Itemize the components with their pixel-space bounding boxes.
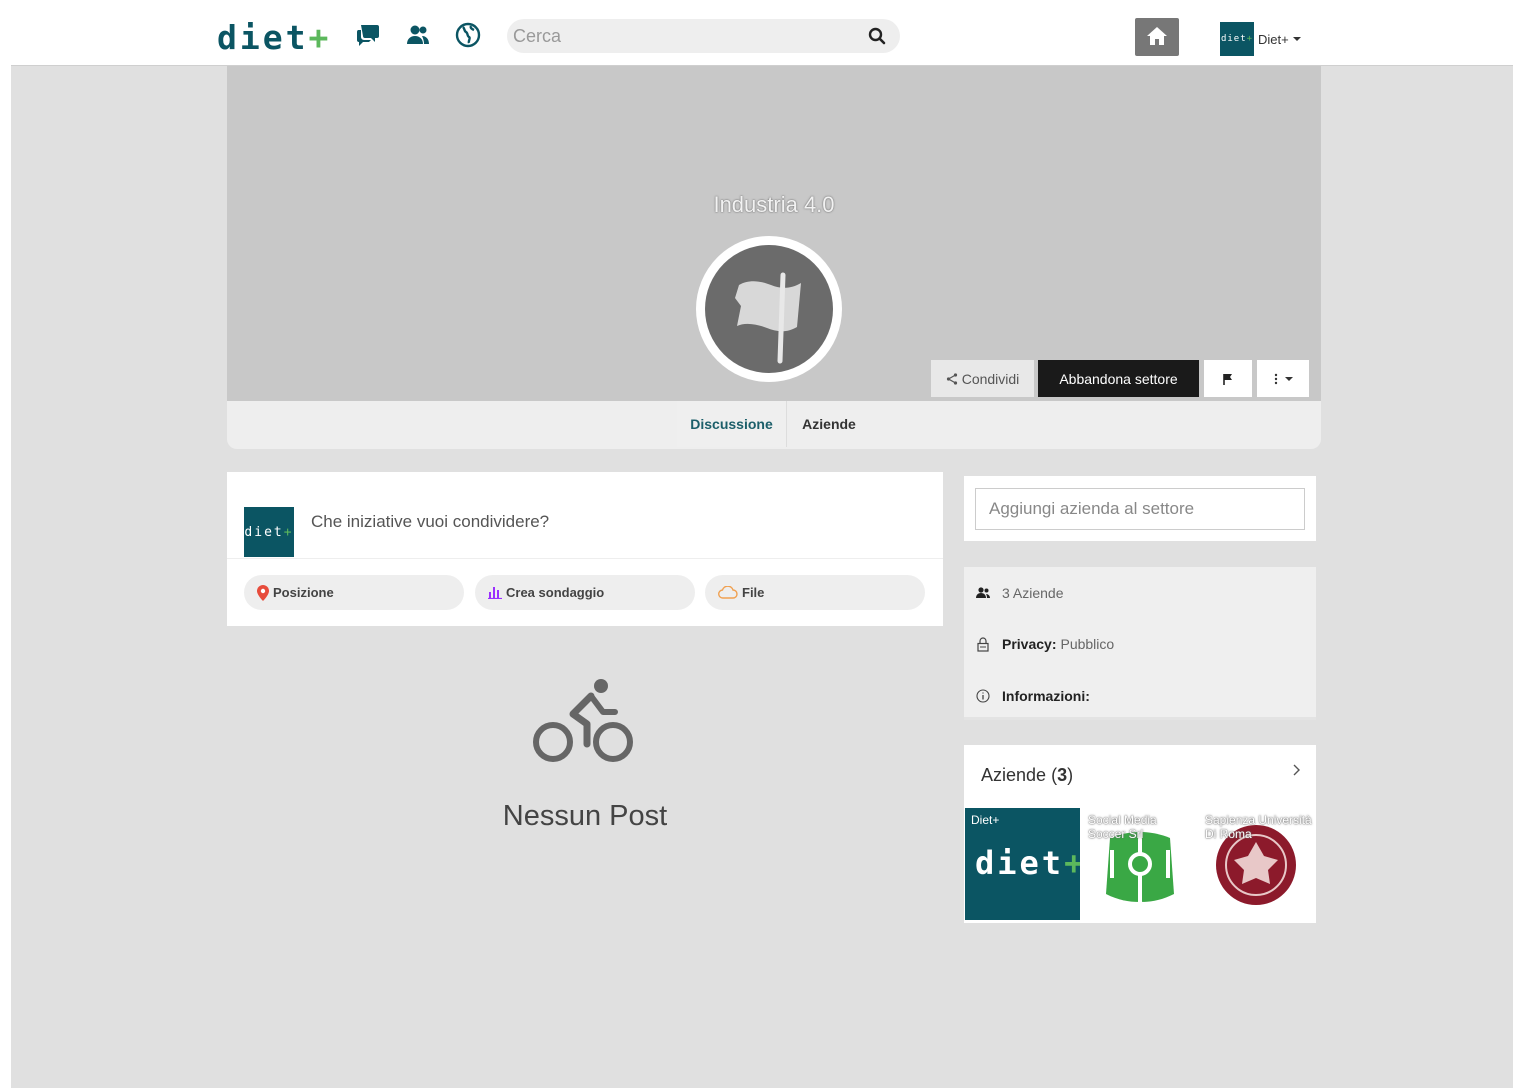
create-poll-button[interactable]: Crea sondaggio xyxy=(475,575,695,610)
company-logo: diet+ xyxy=(975,844,1080,882)
create-poll-label: Crea sondaggio xyxy=(506,585,605,600)
more-options-button[interactable] xyxy=(1257,360,1309,397)
cloud-icon xyxy=(718,586,738,599)
company-tile-sapienza[interactable]: Sapienza Università Di Roma xyxy=(1199,808,1314,920)
privacy-label: Privacy: xyxy=(1002,636,1057,652)
companies-heading[interactable]: Aziende (3) xyxy=(981,765,1073,786)
info-label: Informazioni: xyxy=(1002,688,1090,704)
chat-icon[interactable] xyxy=(355,22,381,48)
company-logo-text: diet xyxy=(975,844,1065,882)
tab-companies[interactable]: Aziende xyxy=(788,401,870,447)
share-button[interactable]: Condividi xyxy=(931,360,1034,397)
companies-title: Aziende xyxy=(981,765,1047,785)
companies-count: 3 xyxy=(1057,765,1068,785)
post-composer: diet + Che iniziative vuoi condividere? P… xyxy=(227,472,943,626)
chevron-right-icon[interactable] xyxy=(1292,763,1300,781)
share-icon xyxy=(946,372,957,385)
search-bar xyxy=(507,19,900,53)
info-icon xyxy=(974,687,992,705)
more-vertical-icon xyxy=(1274,373,1277,384)
home-button[interactable] xyxy=(1135,18,1179,56)
bicycle-icon xyxy=(533,674,637,766)
info-row: Informazioni: xyxy=(974,685,1094,707)
companies-card: Aziende (3) Diet+ diet+ Social Media Soc… xyxy=(964,745,1316,923)
sector-avatar xyxy=(696,236,842,382)
user-menu[interactable]: diet + Diet+ xyxy=(1220,22,1301,56)
file-upload-button[interactable]: File xyxy=(705,575,925,610)
top-navbar: diet+ diet+ Diet+ xyxy=(11,10,1513,66)
brand-text: diet xyxy=(217,18,309,57)
composer-avatar: diet + xyxy=(244,507,294,557)
company-tile-diet[interactable]: Diet+ diet+ xyxy=(965,808,1080,920)
companies-count-close: ) xyxy=(1067,765,1074,785)
members-row: 3 Aziende xyxy=(974,582,1064,604)
user-avatar-plus: + xyxy=(1246,34,1254,44)
company-name: Social Media Soccer Srl xyxy=(1088,813,1157,841)
sector-cover: Industria 4.0 Condividi Abbandona settor… xyxy=(227,66,1321,401)
flag-small-icon xyxy=(1223,373,1232,385)
companies-count-open: ( xyxy=(1046,765,1058,785)
search-icon[interactable] xyxy=(868,27,886,45)
composer-avatar-text: diet xyxy=(244,524,284,540)
chevron-down-icon xyxy=(1284,376,1293,381)
file-upload-label: File xyxy=(742,585,765,600)
brand-plus: + xyxy=(308,18,332,57)
composer-input[interactable]: Che iniziative vuoi condividere? xyxy=(311,512,549,532)
report-button[interactable] xyxy=(1204,360,1252,397)
home-icon xyxy=(1147,27,1167,45)
search-input[interactable] xyxy=(513,22,853,50)
group-icon xyxy=(974,584,992,602)
sector-title: Industria 4.0 xyxy=(713,192,835,217)
privacy-row: Privacy: Pubblico xyxy=(974,633,1114,655)
location-label: Posizione xyxy=(273,585,334,600)
company-name: Sapienza Università Di Roma xyxy=(1205,813,1312,841)
share-label: Condividi xyxy=(961,370,1020,387)
chevron-down-icon xyxy=(1292,37,1301,41)
composer-divider xyxy=(227,558,943,559)
company-name: Diet+ xyxy=(971,813,1000,827)
user-avatar-text: diet xyxy=(1220,34,1247,44)
user-name: Diet+ xyxy=(1258,31,1289,47)
sector-tabs: Discussione Aziende xyxy=(227,401,1321,449)
globe-icon[interactable] xyxy=(455,22,481,48)
tab-discussion[interactable]: Discussione xyxy=(677,401,787,447)
add-company-input[interactable] xyxy=(975,488,1305,530)
leave-sector-button[interactable]: Abbandona settore xyxy=(1038,360,1199,397)
user-avatar: diet + xyxy=(1220,22,1254,56)
empty-feed-message: Nessun Post xyxy=(502,800,668,832)
company-logo-plus: + xyxy=(1064,844,1080,882)
lock-icon xyxy=(974,635,992,653)
location-button[interactable]: Posizione xyxy=(244,575,464,610)
brand-logo[interactable]: diet+ xyxy=(217,20,331,56)
flag-icon xyxy=(735,272,801,364)
composer-avatar-plus: + xyxy=(283,524,294,540)
users-icon[interactable] xyxy=(405,22,431,48)
add-company-card xyxy=(964,476,1316,541)
poll-chart-icon xyxy=(488,587,502,599)
company-tile-social-media-soccer[interactable]: Social Media Soccer Srl xyxy=(1082,808,1197,920)
members-count: 3 Aziende xyxy=(1002,585,1064,601)
privacy-value: Pubblico xyxy=(1060,636,1115,652)
map-pin-icon xyxy=(257,584,269,601)
sector-info-card: 3 Aziende Privacy: Pubblico Informazioni… xyxy=(964,567,1316,720)
